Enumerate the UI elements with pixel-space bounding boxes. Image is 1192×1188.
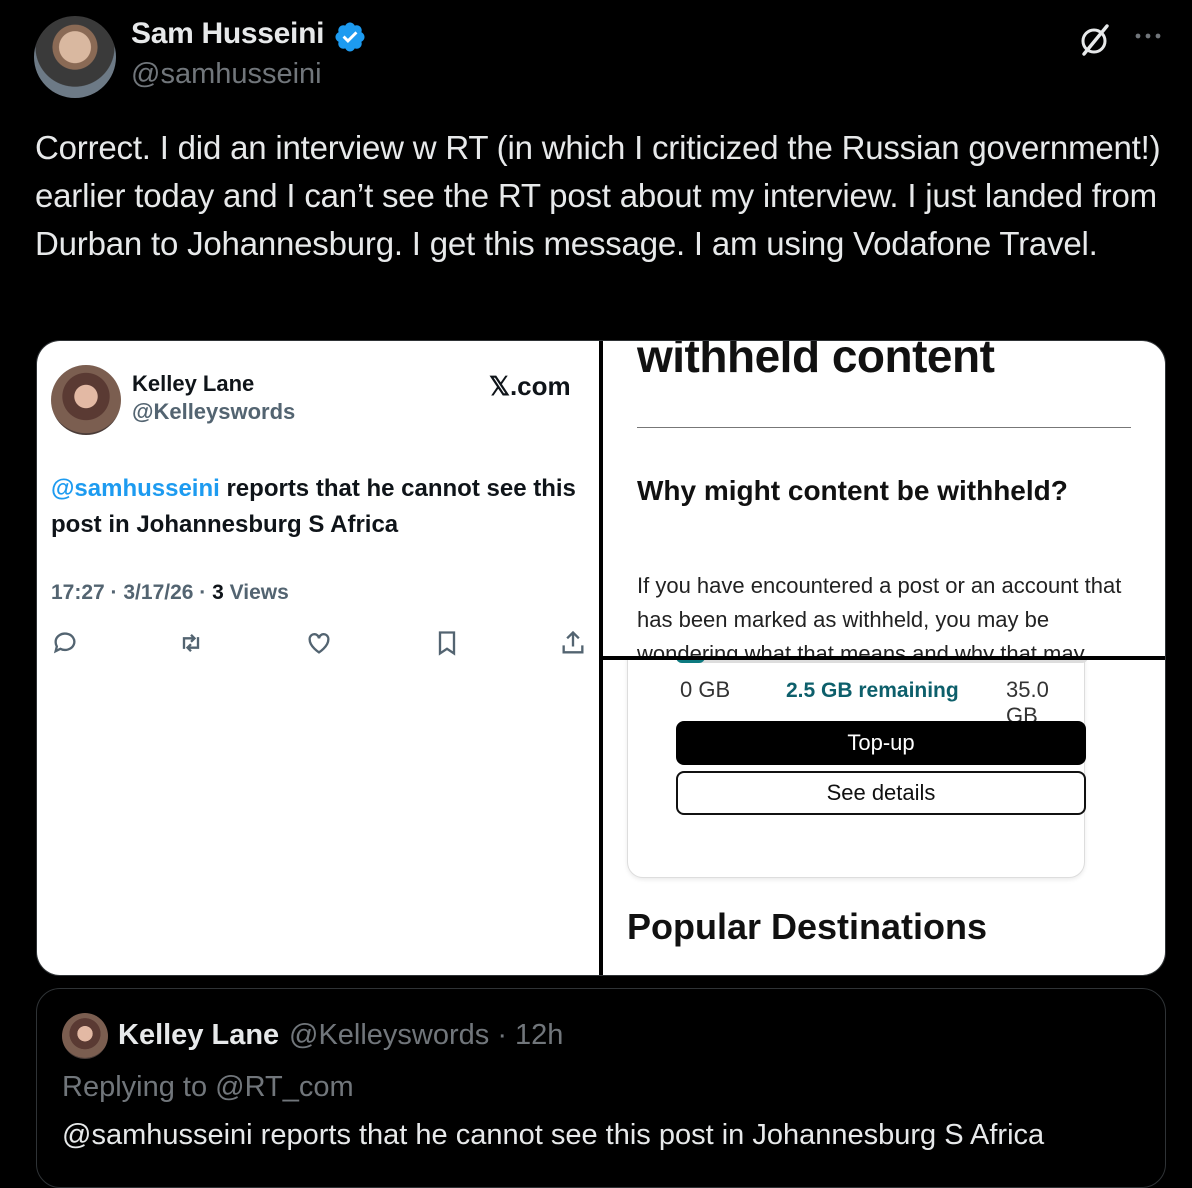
verified-badge-icon [335, 22, 365, 52]
x-logo-text: 𝕏.com [489, 371, 571, 401]
embedded-views-label: Views [223, 581, 289, 604]
embedded-post-text: @samhusseini reports that he cannot see … [51, 471, 591, 543]
topup-button: Top-up [676, 721, 1086, 765]
quoted-author-handle-time: @Kelleyswords · 12h [289, 1019, 564, 1051]
quoted-post[interactable]: Kelley Lane @Kelleyswords · 12h Replying… [36, 988, 1166, 1188]
embedded-mention: @samhusseini [51, 475, 220, 502]
media-grid[interactable]: Kelley Lane @Kelleyswords 𝕏.com @samhuss… [36, 340, 1166, 976]
more-options-icon[interactable] [1130, 24, 1166, 48]
embedded-action-bar [51, 629, 591, 659]
quoted-replying-to: Replying to @RT_com [62, 1071, 354, 1103]
retweet-icon [182, 634, 200, 652]
author-handle[interactable]: @samhusseini [131, 58, 322, 91]
data-usage-bar-fill [676, 660, 705, 663]
withheld-title: withheld content [637, 341, 995, 382]
withheld-paragraph: If you have encountered a post or an acc… [637, 573, 1122, 656]
see-details-button: See details [676, 771, 1086, 815]
tweet-text: Correct. I did an interview w RT (in whi… [35, 129, 1161, 262]
quoted-post-text: @samhusseini reports that he cannot see … [62, 1119, 1045, 1151]
author-name[interactable]: Sam Husseini [131, 17, 324, 51]
quoted-author-name: Kelley Lane [118, 1019, 280, 1051]
data-remaining-label: 2.5 GB remaining [786, 679, 959, 702]
embedded-views-count: 3 [212, 581, 224, 604]
media-image-embedded-post[interactable]: Kelley Lane @Kelleyswords 𝕏.com @samhuss… [37, 341, 599, 975]
embedded-post-time: 17:27 · 3/17/26 · [51, 581, 213, 604]
data-min-label: 0 GB [680, 677, 731, 702]
share-icon [562, 630, 584, 654]
grok-icon[interactable] [1076, 22, 1112, 58]
data-usage-card: 0 GB 2.5 GB remaining 35.0 GB Top-up See… [627, 660, 1088, 878]
media-image-withheld-help[interactable]: withheld content Why might content be wi… [603, 341, 1165, 656]
like-icon [308, 633, 330, 654]
bookmark-icon [438, 631, 456, 656]
embedded-author-name: Kelley Lane [132, 371, 255, 396]
quoted-avatar [62, 1013, 108, 1059]
media-image-vodafone-data[interactable]: 0 GB 2.5 GB remaining 35.0 GB Top-up See… [603, 660, 1165, 975]
data-usage-bar [676, 660, 1088, 663]
embedded-post-meta: 17:27 · 3/17/26 · 3 Views [51, 581, 289, 605]
withheld-divider [637, 427, 1131, 428]
embedded-author-handle: @Kelleyswords [132, 399, 296, 424]
reply-icon [53, 632, 76, 654]
popular-destinations-heading: Popular Destinations [627, 906, 988, 947]
withheld-question: Why might content be withheld? [637, 475, 1068, 506]
author-avatar[interactable] [34, 16, 116, 98]
embedded-avatar [51, 365, 121, 435]
